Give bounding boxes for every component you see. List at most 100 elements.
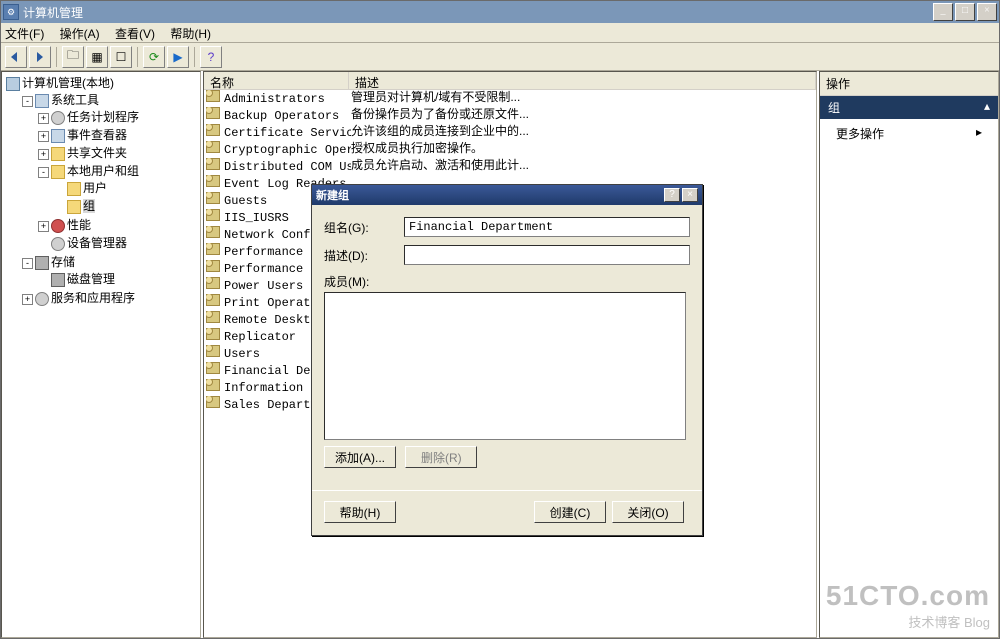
properties-button[interactable]: ▦ (86, 46, 108, 68)
tools-icon (35, 94, 49, 108)
group-icon (206, 277, 220, 289)
action-group[interactable]: 组▴ (820, 96, 998, 119)
export-button[interactable]: ☐ (110, 46, 132, 68)
menu-file[interactable]: 文件(F) (5, 27, 44, 41)
menu-view[interactable]: 查看(V) (115, 27, 155, 41)
disk-icon (51, 273, 65, 287)
group-name-input[interactable] (404, 217, 690, 237)
event-icon (51, 129, 65, 143)
maximize-button[interactable]: □ (955, 3, 975, 21)
app-icon: ⚙ (3, 4, 19, 20)
folder-icon (67, 200, 81, 214)
tree-storage[interactable]: 存储 (51, 255, 75, 269)
group-icon (206, 311, 220, 323)
group-icon (206, 192, 220, 204)
tree-disk-management[interactable]: 磁盘管理 (67, 272, 115, 286)
expand-icon[interactable]: - (22, 258, 33, 269)
close-dialog-button[interactable]: 关闭(O) (612, 501, 684, 523)
action-pane: 操作 组▴ 更多操作▸ (819, 71, 999, 638)
clock-icon (51, 111, 65, 125)
col-desc[interactable]: 描述 (349, 72, 816, 89)
menu-bar: 文件(F) 操作(A) 查看(V) 帮助(H) (1, 23, 999, 43)
tree-system-tools[interactable]: 系统工具 (51, 93, 99, 107)
group-icon (206, 379, 220, 391)
close-button[interactable]: × (977, 3, 997, 21)
expand-icon[interactable]: - (22, 96, 33, 107)
storage-icon (35, 256, 49, 270)
chevron-right-icon: ▸ (976, 125, 982, 142)
tree-performance[interactable]: 性能 (67, 218, 91, 232)
members-label: 成员(M): (324, 273, 404, 290)
stop-button[interactable]: ▶ (167, 46, 189, 68)
description-label: 描述(D): (324, 247, 404, 264)
dialog-title-bar[interactable]: 新建组 ? × (312, 185, 702, 205)
computer-icon (6, 77, 20, 91)
list-row[interactable]: Administrators管理员对计算机/域有不受限制... (204, 90, 816, 107)
menu-help[interactable]: 帮助(H) (170, 27, 211, 41)
dialog-title: 新建组 (316, 187, 662, 203)
group-icon (206, 294, 220, 306)
help-button[interactable]: ? (200, 46, 222, 68)
expand-icon[interactable]: + (38, 149, 49, 160)
remove-button[interactable]: 删除(R) (405, 446, 477, 468)
dialog-close-button[interactable]: × (682, 188, 698, 202)
group-name-label: 组名(G): (324, 219, 404, 236)
title-bar[interactable]: ⚙ 计算机管理 _ □ × (1, 1, 999, 23)
tree-groups[interactable]: 组 (83, 199, 95, 213)
expand-icon[interactable]: - (38, 167, 49, 178)
tree-device-manager[interactable]: 设备管理器 (67, 236, 127, 250)
forward-button[interactable] (29, 46, 51, 68)
create-button[interactable]: 创建(C) (534, 501, 606, 523)
up-button[interactable]: 🗀 (62, 46, 84, 68)
list-row[interactable]: Distributed COM Users成员允许启动、激活和使用此计... (204, 158, 816, 175)
expand-icon[interactable]: + (38, 131, 49, 142)
refresh-button[interactable]: ⟳ (143, 46, 165, 68)
group-icon (206, 90, 220, 102)
tree-task-scheduler[interactable]: 任务计划程序 (67, 110, 139, 124)
group-icon (206, 396, 220, 408)
action-header: 操作 (820, 72, 998, 96)
members-list[interactable] (324, 292, 686, 440)
tree-local-users-groups[interactable]: 本地用户和组 (67, 164, 139, 178)
dialog-help-button[interactable]: ? (664, 188, 680, 202)
group-icon (206, 141, 220, 153)
services-icon (35, 292, 49, 306)
action-more[interactable]: 更多操作▸ (820, 119, 998, 148)
col-name[interactable]: 名称 (204, 72, 349, 89)
group-icon (206, 243, 220, 255)
expand-icon[interactable]: + (22, 294, 33, 305)
toolbar: 🗀 ▦ ☐ ⟳ ▶ ? (1, 43, 999, 71)
group-icon (206, 260, 220, 272)
group-icon (206, 124, 220, 136)
expand-icon[interactable]: + (38, 221, 49, 232)
group-icon (206, 226, 220, 238)
description-input[interactable] (404, 245, 690, 265)
group-icon (206, 362, 220, 374)
back-button[interactable] (5, 46, 27, 68)
users-icon (51, 165, 65, 179)
list-row[interactable]: Cryptographic Oper...授权成员执行加密操作。 (204, 141, 816, 158)
tree-services[interactable]: 服务和应用程序 (51, 291, 135, 305)
help-button[interactable]: 帮助(H) (324, 501, 396, 523)
list-row[interactable]: Certificate Servic...允许该组的成员连接到企业中的... (204, 124, 816, 141)
group-icon (206, 158, 220, 170)
tree-shared-folders[interactable]: 共享文件夹 (67, 146, 127, 160)
folder-icon (51, 147, 65, 161)
window-title: 计算机管理 (23, 4, 933, 21)
tree-root[interactable]: 计算机管理(本地) (22, 76, 114, 90)
group-icon (206, 107, 220, 119)
menu-action[interactable]: 操作(A) (60, 27, 100, 41)
tree-pane[interactable]: 计算机管理(本地) - 系统工具 + 任务计划程序 + 事件查看器 + 共享文件夹 - 本… (1, 71, 201, 638)
perf-icon (51, 219, 65, 233)
folder-icon (67, 182, 81, 196)
group-icon (206, 209, 220, 221)
group-icon (206, 345, 220, 357)
expand-icon[interactable]: + (38, 113, 49, 124)
group-icon (206, 328, 220, 340)
device-icon (51, 237, 65, 251)
tree-event-viewer[interactable]: 事件查看器 (67, 128, 127, 142)
list-row[interactable]: Backup Operators备份操作员为了备份或还原文件... (204, 107, 816, 124)
minimize-button[interactable]: _ (933, 3, 953, 21)
tree-users[interactable]: 用户 (83, 181, 107, 195)
add-button[interactable]: 添加(A)... (324, 446, 396, 468)
